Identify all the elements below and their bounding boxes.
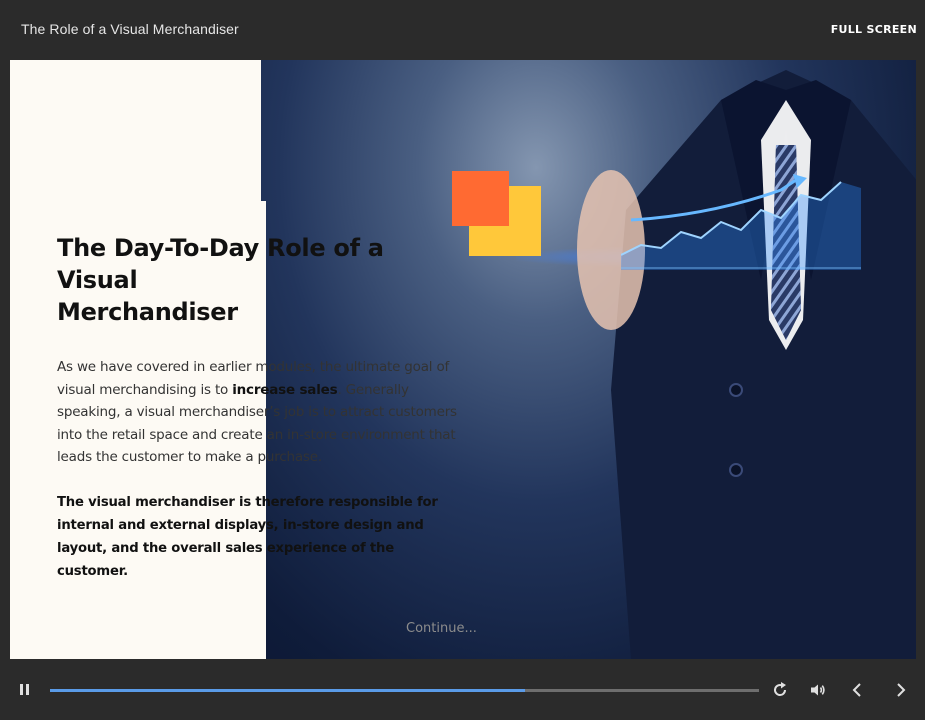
continue-link[interactable]: Continue... — [406, 621, 477, 636]
slide-stage: The Day-To-Day Role of a Visual Merchand… — [10, 60, 916, 659]
businessman-figure — [571, 60, 916, 659]
player-header: The Role of a Visual Merchandiser FULL S… — [0, 0, 925, 60]
fullscreen-button[interactable]: FULL SCREEN — [831, 23, 917, 36]
next-slide-button[interactable] — [891, 680, 911, 700]
player-controls — [0, 659, 925, 720]
chevron-left-icon — [852, 683, 861, 697]
hologram-chart — [621, 160, 861, 270]
volume-icon — [811, 684, 825, 696]
chevron-right-icon — [897, 683, 906, 697]
intro-text-bold: increase sales — [232, 381, 338, 398]
course-title: The Role of a Visual Merchandiser — [21, 21, 239, 37]
pause-icon-bar — [26, 684, 29, 695]
progress-fill — [50, 689, 526, 692]
slide-heading-line2: Merchandiser — [57, 298, 238, 326]
previous-slide-button[interactable] — [847, 680, 867, 700]
responsibility-paragraph: The visual merchandiser is therefore res… — [57, 494, 438, 579]
slide-heading: The Day-To-Day Role of a Visual Merchand… — [57, 232, 467, 328]
slide-content: The Day-To-Day Role of a Visual Merchand… — [57, 232, 467, 583]
pause-button[interactable] — [18, 682, 32, 698]
progress-bar[interactable] — [50, 689, 759, 692]
replay-button[interactable] — [770, 680, 790, 700]
volume-button[interactable] — [808, 680, 828, 700]
accent-square-orange — [452, 171, 509, 226]
slide-heading-line1: The Day-To-Day Role of a Visual — [57, 234, 384, 294]
intro-paragraph: As we have covered in earlier modules, t… — [57, 356, 467, 469]
replay-icon — [774, 682, 787, 696]
pause-icon — [20, 684, 23, 695]
